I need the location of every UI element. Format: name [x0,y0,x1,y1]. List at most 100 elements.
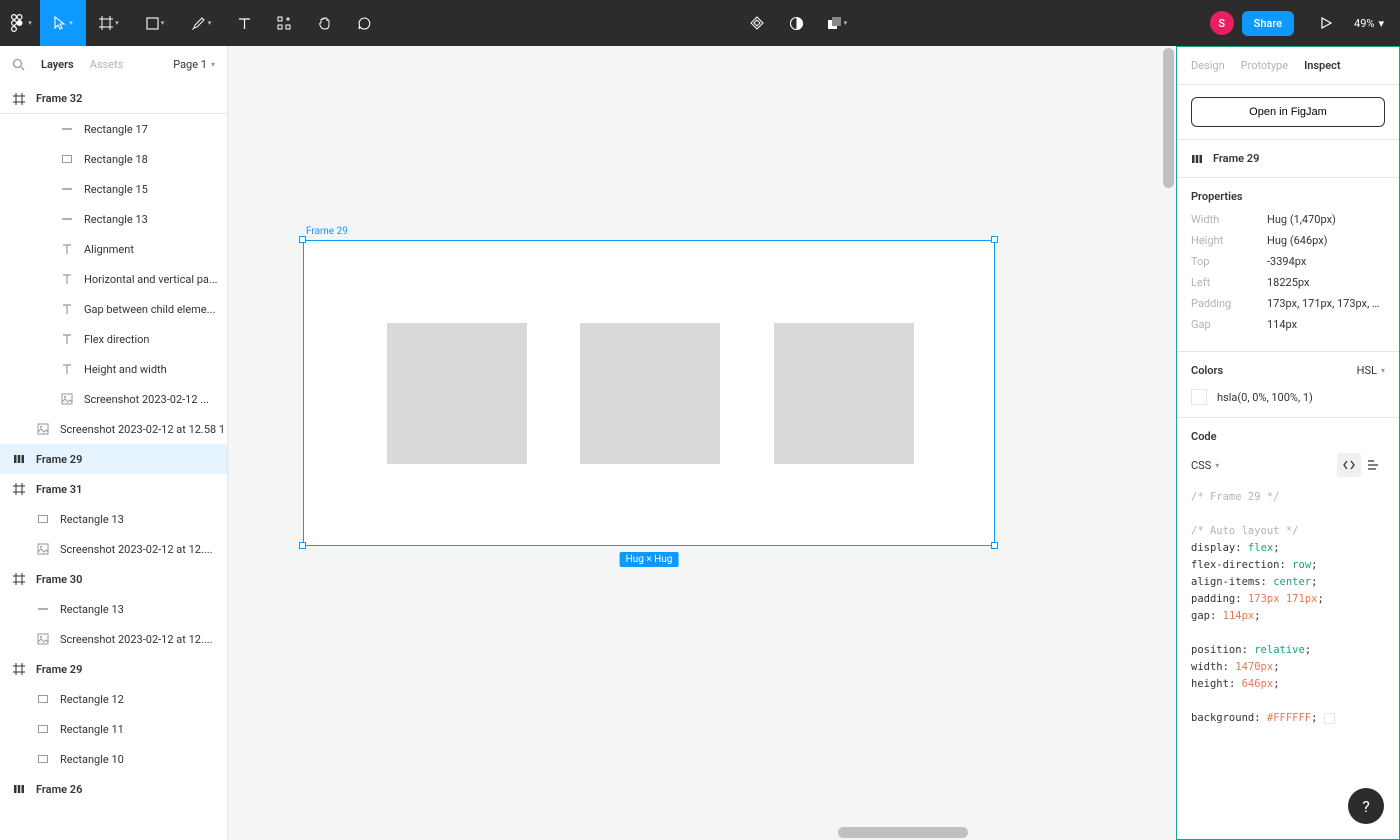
resources-button[interactable] [264,0,304,46]
layer-row[interactable]: Rectangle 15 [0,174,227,204]
layer-row[interactable]: Rectangle 13 [0,504,227,534]
scrollbar-vertical[interactable] [1161,46,1176,840]
shape-tool-button[interactable]: ▾ [132,0,178,46]
contrast-button[interactable] [777,0,817,46]
line-icon [36,602,50,616]
share-button[interactable]: Share [1242,11,1294,36]
layer-row[interactable]: Frame 26 [0,774,227,804]
layer-row[interactable]: Rectangle 13 [0,594,227,624]
canvas[interactable]: Frame 29 Hug × Hug [228,46,1176,840]
layer-row[interactable]: Screenshot 2023-02-12 at 12.58 1 [0,414,227,444]
scrollbar-thumb[interactable] [1163,48,1174,188]
layer-row[interactable]: Frame 29 [0,654,227,684]
layer-row[interactable]: Alignment [0,234,227,264]
rect-icon [60,152,74,166]
frame-icon [99,16,113,30]
layers-tab[interactable]: Layers [41,58,74,71]
layer-row[interactable]: Frame 31 [0,474,227,504]
code-block[interactable]: /* Frame 29 */ /* Auto layout */ display… [1191,489,1385,727]
present-button[interactable] [1306,0,1346,46]
layer-row[interactable]: Screenshot 2023-02-12 ... [0,384,227,414]
move-tool-button[interactable]: ▾ [40,0,86,46]
property-label: Padding [1191,297,1267,310]
pen-tool-button[interactable]: ▾ [178,0,224,46]
layers-icon [827,16,842,31]
assets-tab[interactable]: Assets [90,58,124,71]
property-value[interactable]: 18225px [1267,276,1385,289]
text-icon [60,332,74,346]
property-value[interactable]: 173px, 171px, 173px, 1... [1267,297,1385,310]
canvas-rectangle[interactable] [387,323,527,464]
menu-button[interactable]: ▾ [0,0,40,46]
avatar[interactable]: S [1210,11,1234,35]
text-tool-button[interactable] [224,0,264,46]
comment-icon [357,16,372,31]
frame-name-section: Frame 29 [1177,140,1399,178]
canvas-rectangle[interactable] [774,323,914,464]
help-button[interactable]: ? [1348,788,1384,824]
selection-handle[interactable] [299,542,306,549]
selection-handle[interactable] [299,236,306,243]
layer-name: Rectangle 10 [60,753,124,766]
comment-tool-button[interactable] [344,0,384,46]
text-icon [60,272,74,286]
hand-tool-button[interactable] [304,0,344,46]
layer-row[interactable]: Rectangle 10 [0,744,227,774]
property-value[interactable]: Hug (646px) [1267,234,1385,247]
page-selector[interactable]: Page 1 ▾ [173,58,215,71]
layer-row[interactable]: Rectangle 13 [0,204,227,234]
layer-name: Rectangle 11 [60,723,124,736]
property-value[interactable]: Hug (1,470px) [1267,213,1385,226]
prototype-tab[interactable]: Prototype [1241,59,1288,72]
layer-row[interactable]: Height and width [0,354,227,384]
color-row[interactable]: hsla(0, 0%, 100%, 1) [1191,389,1385,405]
property-value[interactable]: -3394px [1267,255,1385,268]
properties-section: Properties WidthHug (1,470px)HeightHug (… [1177,178,1399,352]
scrollbar-thumb[interactable] [838,827,968,838]
search-icon[interactable] [12,58,25,71]
layer-name: Frame 29 [36,663,82,676]
layer-name: Frame 31 [36,483,82,496]
image-icon [36,632,50,646]
layer-row[interactable]: Rectangle 12 [0,684,227,714]
main: Layers Assets Page 1 ▾ Frame 32 Rectangl… [0,46,1400,840]
layer-row[interactable]: Screenshot 2023-02-12 at 12.... [0,534,227,564]
layer-row[interactable]: Frame 30 [0,564,227,594]
play-icon [1320,17,1332,29]
layer-row[interactable]: Screenshot 2023-02-12 at 12.... [0,624,227,654]
property-value[interactable]: 114px [1267,318,1385,331]
open-figjam-button[interactable]: Open in FigJam [1191,97,1385,127]
canvas-rectangle[interactable] [580,323,720,464]
frame-icon [12,482,26,496]
top-layer-row[interactable]: Frame 32 [0,84,227,114]
layer-name: Screenshot 2023-02-12 at 12.... [60,633,213,646]
color-mode-selector[interactable]: HSL ▾ [1357,364,1385,377]
layer-row[interactable]: Rectangle 17 [0,114,227,144]
code-lang-selector[interactable]: CSS ▾ [1191,459,1219,472]
selection-handle[interactable] [991,236,998,243]
design-tab[interactable]: Design [1191,59,1225,72]
inspect-tab[interactable]: Inspect [1304,59,1341,72]
list-icon [1366,458,1380,472]
zoom-control[interactable]: 49% ▾ [1346,17,1392,30]
layer-row[interactable]: Frame 29 [0,444,227,474]
layer-row[interactable]: Rectangle 18 [0,144,227,174]
dev-mode-button[interactable] [737,0,777,46]
text-icon [238,17,251,30]
layer-row[interactable]: Flex direction [0,324,227,354]
property-label: Top [1191,255,1267,268]
selection-frame[interactable] [303,240,995,546]
selection-handle[interactable] [991,542,998,549]
color-swatch [1191,389,1207,405]
frame-tool-button[interactable]: ▾ [86,0,132,46]
pen-icon [191,16,206,31]
layer-row[interactable]: Horizontal and vertical pa... [0,264,227,294]
layer-row[interactable]: Rectangle 11 [0,714,227,744]
scrollbar-horizontal[interactable] [228,825,1176,840]
mask-button[interactable]: ▾ [817,0,857,46]
layer-name: Flex direction [84,333,150,346]
layer-row[interactable]: Gap between child eleme... [0,294,227,324]
frame-label[interactable]: Frame 29 [306,226,348,237]
code-view-button[interactable] [1337,453,1361,477]
table-view-button[interactable] [1361,453,1385,477]
